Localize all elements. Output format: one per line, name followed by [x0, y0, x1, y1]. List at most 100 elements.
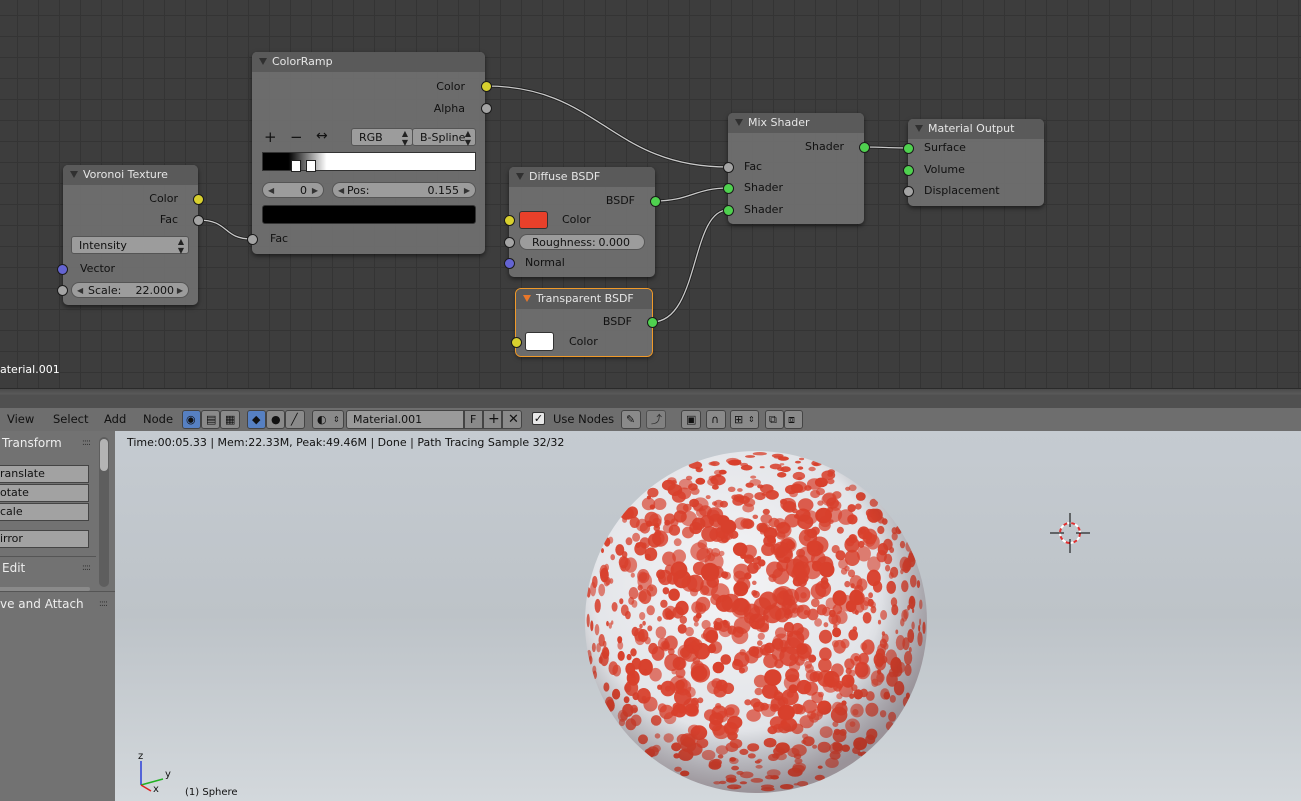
- 3d-viewport[interactable]: Time:00:05.33 | Mem:22.33M, Peak:49.46M …: [115, 431, 1301, 801]
- colorramp-alpha-socket[interactable]: [481, 103, 492, 114]
- menu-add[interactable]: Add: [104, 412, 126, 426]
- colorramp-fac-in-socket[interactable]: [247, 234, 258, 245]
- collapse-triangle-icon[interactable]: [516, 173, 524, 180]
- mix-node-header[interactable]: Mix Shader: [728, 113, 864, 133]
- voronoi-color-socket[interactable]: [193, 194, 204, 205]
- updown-arrows-icon: ▲ ▼: [401, 129, 408, 147]
- colorramp-node[interactable]: ColorRamp Color Alpha + − ↔ RGB ▲ ▼ B-Spl…: [252, 52, 485, 254]
- right-arrow-icon[interactable]: ▶: [312, 183, 318, 199]
- transparent-bsdf-node[interactable]: Transparent BSDF BSDF Color: [515, 288, 653, 357]
- mix-shader-out-socket[interactable]: [859, 142, 870, 153]
- new-material-button[interactable]: +: [483, 410, 502, 429]
- backdrop-button[interactable]: ▣: [681, 410, 701, 429]
- diffuse-bsdf-node[interactable]: Diffuse BSDF BSDF Color Roughness: 0.000…: [509, 167, 655, 277]
- scrollbar-thumb[interactable]: [100, 439, 108, 471]
- voronoi-node-header[interactable]: Voronoi Texture: [63, 165, 198, 185]
- shader-nodes-button[interactable]: ◉: [182, 410, 201, 429]
- voronoi-scale-field[interactable]: ◀ Scale: 22.000 ▶: [71, 282, 189, 298]
- ramp-stop-marker-icon[interactable]: [306, 160, 316, 172]
- diffuse-normal-socket[interactable]: [504, 258, 515, 269]
- stop-position-field[interactable]: ◀ Pos: 0.155 ▶: [332, 182, 476, 198]
- diffuse-roughness-socket[interactable]: [504, 237, 515, 248]
- left-arrow-icon[interactable]: ◀: [338, 183, 344, 199]
- collapse-triangle-icon[interactable]: [259, 58, 267, 65]
- mix-shader2-socket[interactable]: [723, 205, 734, 216]
- translate-button[interactable]: ranslate: [0, 465, 89, 483]
- transparent-color-socket[interactable]: [511, 337, 522, 348]
- menu-node[interactable]: Node: [143, 412, 173, 426]
- material-name-field[interactable]: Material.001: [346, 410, 464, 429]
- colorramp-flip-button[interactable]: ↔: [316, 128, 328, 144]
- diffuse-color-socket[interactable]: [504, 215, 515, 226]
- voronoi-vector-socket[interactable]: [57, 264, 68, 275]
- snap-element-button[interactable]: ⊞ ⇕: [730, 410, 759, 429]
- 3d-cursor-icon[interactable]: [1050, 513, 1090, 553]
- attach-panel-header[interactable]: ve and Attach ::::: [0, 594, 109, 614]
- voronoi-scale-socket[interactable]: [57, 285, 68, 296]
- transform-panel-header[interactable]: Transform ::::: [2, 433, 98, 453]
- colorramp-input-fac: Fac: [270, 232, 289, 245]
- color-mode-dropdown[interactable]: RGB ▲ ▼: [351, 128, 413, 147]
- drag-grip-icon[interactable]: ::::: [99, 594, 108, 614]
- transparent-color-swatch[interactable]: [525, 332, 554, 351]
- auto-offset-button[interactable]: ∩: [706, 410, 726, 429]
- use-nodes-checkbox[interactable]: ✓: [532, 412, 545, 425]
- paste-button[interactable]: ⧈: [784, 410, 803, 429]
- menu-view[interactable]: View: [7, 412, 34, 426]
- collapse-triangle-icon[interactable]: [735, 119, 743, 126]
- tool-shelf-scrollbar[interactable]: [99, 437, 109, 587]
- material-output-node[interactable]: Material Output Surface Volume Displacem…: [908, 119, 1044, 206]
- texture-nodes-button[interactable]: ▦: [220, 410, 240, 429]
- area-splitter[interactable]: [0, 388, 1301, 409]
- left-arrow-icon[interactable]: ◀: [268, 183, 274, 199]
- output-volume-socket[interactable]: [903, 165, 914, 176]
- mix-fac-socket[interactable]: [723, 162, 734, 173]
- voronoi-texture-node[interactable]: Voronoi Texture Color Fac Intensity ▲ ▼ V…: [63, 165, 198, 305]
- colorramp-node-header[interactable]: ColorRamp: [252, 52, 485, 72]
- scale-button[interactable]: cale: [0, 503, 89, 521]
- material-browse-button[interactable]: ◐ ⇕: [312, 410, 344, 429]
- stop-index-field[interactable]: ◀ 0 ▶: [262, 182, 324, 198]
- diffuse-bsdf-socket[interactable]: [650, 196, 661, 207]
- output-surface-socket[interactable]: [903, 143, 914, 154]
- transparent-bsdf-socket[interactable]: [647, 317, 658, 328]
- transparent-node-header[interactable]: Transparent BSDF: [516, 289, 652, 309]
- output-displacement-socket[interactable]: [903, 186, 914, 197]
- fake-user-button[interactable]: F: [464, 410, 483, 429]
- collapse-triangle-icon[interactable]: [915, 125, 923, 132]
- colorramp-color-socket[interactable]: [481, 81, 492, 92]
- right-arrow-icon[interactable]: ▶: [177, 283, 183, 299]
- object-type-button[interactable]: ◆: [247, 410, 266, 429]
- mirror-button[interactable]: irror: [0, 530, 89, 548]
- ramp-stop-marker-icon[interactable]: [291, 160, 301, 172]
- colorramp-remove-button[interactable]: −: [290, 128, 303, 146]
- parent-node-tree-button[interactable]: ⤴: [646, 410, 666, 429]
- colorramp-add-button[interactable]: +: [264, 128, 277, 146]
- diffuse-node-header[interactable]: Diffuse BSDF: [509, 167, 655, 187]
- rotate-button[interactable]: otate: [0, 484, 89, 502]
- voronoi-coloring-dropdown[interactable]: Intensity ▲ ▼: [71, 236, 189, 255]
- roughness-field[interactable]: Roughness: 0.000: [519, 234, 645, 250]
- pin-button[interactable]: ✎: [621, 410, 641, 429]
- compositing-nodes-button[interactable]: ▤: [201, 410, 220, 429]
- collapse-triangle-icon[interactable]: [523, 295, 531, 302]
- stop-color-swatch[interactable]: [262, 205, 476, 224]
- right-arrow-icon[interactable]: ▶: [464, 183, 470, 199]
- collapse-triangle-icon[interactable]: [70, 171, 78, 178]
- unlink-material-button[interactable]: ✕: [502, 410, 522, 429]
- mix-shader-node[interactable]: Mix Shader Shader Fac Shader Shader: [728, 113, 864, 224]
- linestyle-type-button[interactable]: ╱: [285, 410, 305, 429]
- copy-button[interactable]: ⧉: [765, 410, 784, 429]
- drag-grip-icon[interactable]: ::::: [82, 433, 91, 453]
- left-arrow-icon[interactable]: ◀: [77, 283, 83, 299]
- diffuse-color-swatch[interactable]: [519, 211, 548, 229]
- drag-grip-icon[interactable]: ::::: [82, 558, 91, 578]
- node-editor[interactable]: ColorRamp Color Alpha + − ↔ RGB ▲ ▼ B-Spl…: [0, 0, 1301, 388]
- output-node-header[interactable]: Material Output: [908, 119, 1044, 139]
- world-type-button[interactable]: ●: [266, 410, 285, 429]
- menu-select[interactable]: Select: [53, 412, 88, 426]
- edit-panel-header[interactable]: Edit ::::: [2, 558, 98, 578]
- voronoi-fac-socket[interactable]: [193, 215, 204, 226]
- mix-shader1-socket[interactable]: [723, 183, 734, 194]
- interpolation-dropdown[interactable]: B-Spline ▲ ▼: [412, 128, 476, 147]
